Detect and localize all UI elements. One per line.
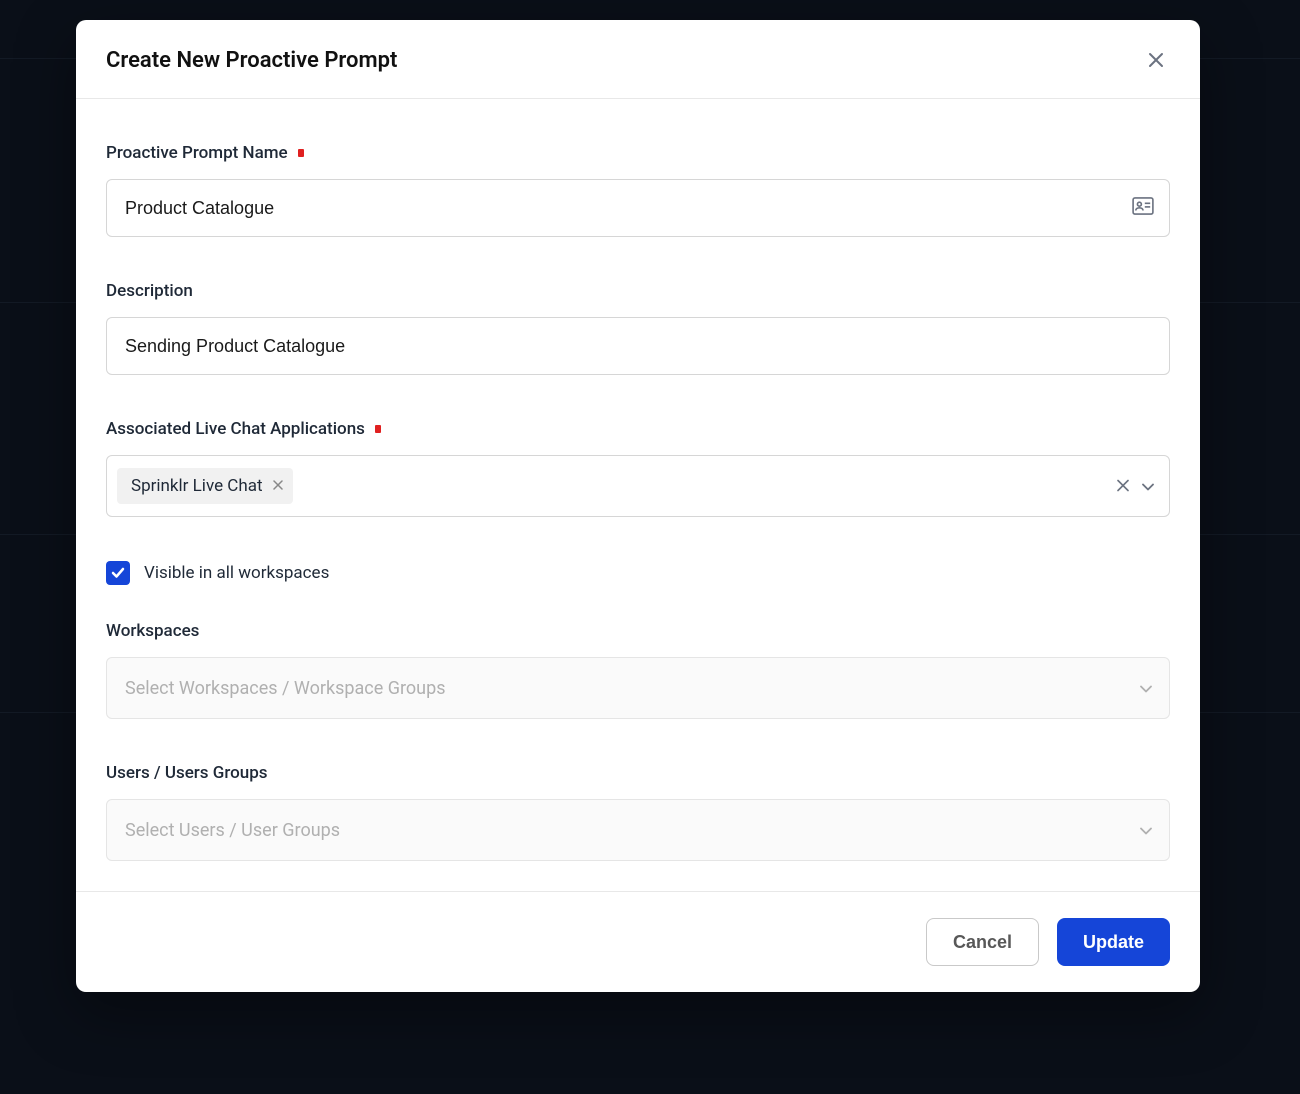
visible-all-label: Visible in all workspaces [144,563,329,583]
name-input-wrap [106,179,1170,237]
modal-header: Create New Proactive Prompt [76,20,1200,99]
workspaces-placeholder: Select Workspaces / Workspace Groups [125,678,446,699]
update-button[interactable]: Update [1057,918,1170,966]
users-label-text: Users / Users Groups [106,763,268,783]
app-tag: Sprinklr Live Chat [117,468,293,504]
name-label-text: Proactive Prompt Name [106,143,288,163]
field-name: Proactive Prompt Name [106,143,1170,237]
chevron-down-icon [1141,482,1155,492]
close-button[interactable] [1142,46,1170,74]
apps-tag-input[interactable]: Sprinklr Live Chat [106,455,1170,517]
app-tag-label: Sprinklr Live Chat [131,476,263,496]
name-label: Proactive Prompt Name [106,143,1170,163]
clear-all-button[interactable] [1117,477,1129,496]
modal-title: Create New Proactive Prompt [106,48,397,73]
required-indicator [298,149,304,157]
check-icon [111,567,125,579]
dropdown-toggle[interactable] [1141,477,1155,496]
field-workspaces: Workspaces Select Workspaces / Workspace… [106,621,1170,719]
users-select[interactable]: Select Users / User Groups [106,799,1170,861]
users-label: Users / Users Groups [106,763,1170,783]
tag-remove-button[interactable] [273,479,283,493]
close-icon [1147,51,1165,69]
modal-footer: Cancel Update [76,891,1200,992]
description-input[interactable] [106,317,1170,375]
create-proactive-prompt-modal: Create New Proactive Prompt Proactive Pr… [76,20,1200,992]
description-label-text: Description [106,281,193,301]
id-card-icon [1132,197,1154,219]
field-users: Users / Users Groups Select Users / User… [106,763,1170,861]
chevron-down-icon [1139,820,1153,841]
workspaces-select[interactable]: Select Workspaces / Workspace Groups [106,657,1170,719]
field-description: Description [106,281,1170,375]
close-icon [273,480,283,490]
close-icon [1117,480,1129,492]
modal-body: Proactive Prompt Name Des [76,99,1200,891]
users-placeholder: Select Users / User Groups [125,820,340,841]
apps-label: Associated Live Chat Applications [106,419,1170,439]
field-apps: Associated Live Chat Applications Sprink… [106,419,1170,517]
chevron-down-icon [1139,678,1153,699]
cancel-button[interactable]: Cancel [926,918,1039,966]
workspaces-label-text: Workspaces [106,621,199,641]
description-label: Description [106,281,1170,301]
required-indicator [375,425,381,433]
visible-all-checkbox[interactable] [106,561,130,585]
workspaces-label: Workspaces [106,621,1170,641]
description-input-wrap [106,317,1170,375]
name-input[interactable] [106,179,1170,237]
visible-all-row: Visible in all workspaces [106,561,1170,585]
apps-label-text: Associated Live Chat Applications [106,419,365,439]
tag-input-controls [1117,477,1155,496]
